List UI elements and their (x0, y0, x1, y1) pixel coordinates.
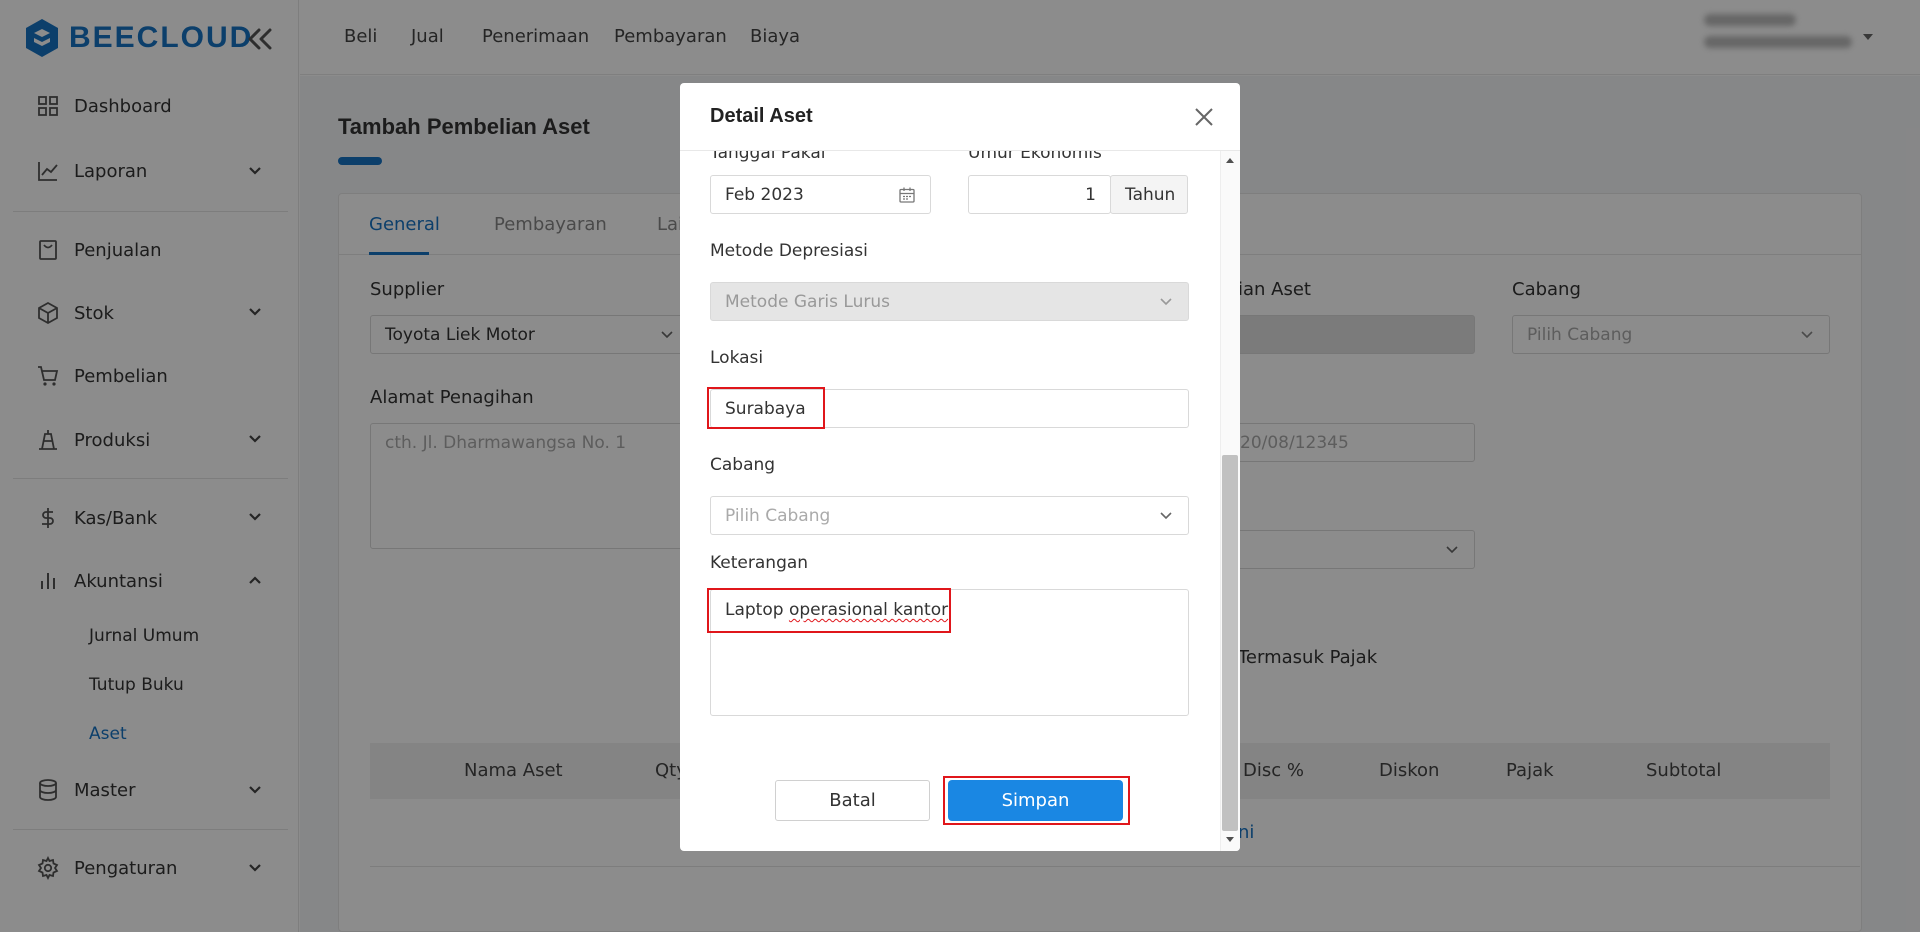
modal-title: Detail Aset (710, 105, 813, 127)
detail-aset-modal: Detail Aset Tanggal Pakai Umur Ekonomis … (680, 83, 1240, 851)
save-highlight-box (943, 776, 1130, 825)
scroll-down-arrow-icon[interactable] (1222, 833, 1238, 847)
keterangan-label: Keterangan (710, 553, 809, 573)
tanggal-pakai-field[interactable]: Feb 2023 (710, 175, 931, 214)
umur-unit-addon: Tahun (1110, 175, 1188, 214)
umur-ekonomis-input[interactable]: 1 (968, 175, 1111, 214)
umur-unit-label: Tahun (1125, 184, 1176, 205)
cabang-label: Cabang (710, 455, 776, 475)
cancel-button[interactable]: Batal (775, 780, 930, 821)
tanggal-pakai-label: Tanggal Pakai (710, 151, 826, 163)
lokasi-label: Lokasi (710, 348, 764, 368)
metode-depresiasi-select: Metode Garis Lurus (710, 282, 1189, 321)
tanggal-pakai-value: Feb 2023 (725, 184, 804, 205)
calendar-icon (899, 187, 915, 203)
metode-depresiasi-label: Metode Depresiasi (710, 241, 868, 261)
umur-ekonomis-value: 1 (1085, 184, 1096, 205)
metode-depresiasi-value: Metode Garis Lurus (725, 291, 890, 312)
cabang-select[interactable]: Pilih Cabang (710, 496, 1189, 535)
scroll-up-arrow-icon[interactable] (1222, 153, 1238, 167)
umur-ekonomis-label: Umur Ekonomis (968, 151, 1102, 163)
cabang-placeholder: Pilih Cabang (725, 505, 831, 526)
keterangan-highlight-box (707, 588, 951, 633)
lokasi-highlight-box (707, 387, 825, 429)
close-icon[interactable] (1192, 105, 1216, 129)
chevron-down-icon (1160, 297, 1172, 305)
modal-body: Tanggal Pakai Umur Ekonomis Feb 2023 1 T… (680, 151, 1220, 851)
scrollbar-thumb[interactable] (1222, 455, 1238, 831)
chevron-down-icon (1160, 511, 1172, 519)
